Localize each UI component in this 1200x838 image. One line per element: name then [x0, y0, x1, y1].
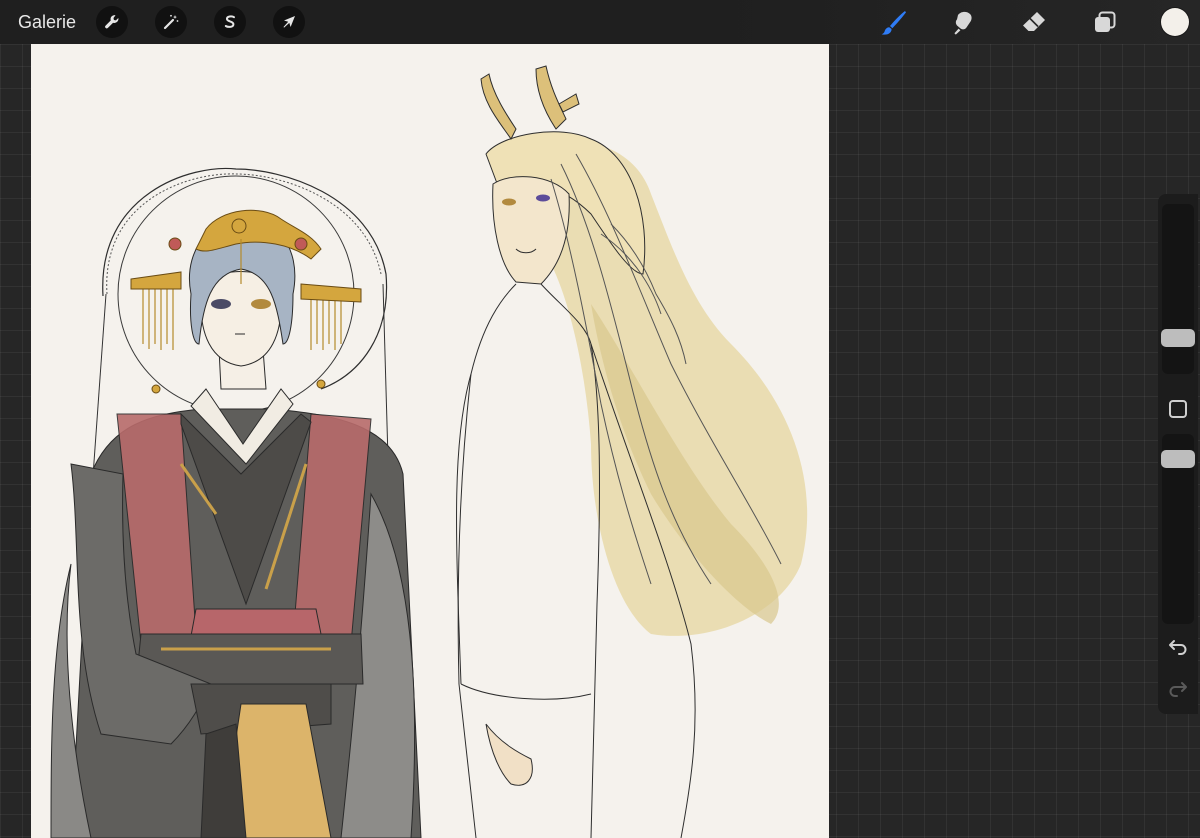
color-picker-button[interactable]	[1161, 8, 1189, 36]
top-toolbar: Galerie	[0, 0, 1200, 44]
brush-size-handle[interactable]	[1161, 329, 1195, 347]
modify-button[interactable]	[1169, 400, 1187, 418]
layers-icon	[1095, 11, 1116, 32]
redo-arrow-icon	[1169, 682, 1187, 697]
smudge-icon	[954, 11, 972, 35]
transform-button[interactable]	[273, 6, 305, 38]
undo-arrow-icon	[1169, 640, 1187, 655]
arrow-cursor-icon	[283, 16, 295, 28]
smudge-tool-button[interactable]	[947, 6, 981, 40]
adjustments-button[interactable]	[155, 6, 187, 38]
selection-button[interactable]	[214, 6, 246, 38]
brush-size-track[interactable]	[1162, 204, 1194, 374]
eraser-tool-button[interactable]	[1017, 6, 1051, 40]
layers-button[interactable]	[1088, 6, 1122, 40]
selection-s-icon	[224, 15, 235, 28]
eraser-icon	[1023, 12, 1045, 31]
wrench-icon	[105, 15, 119, 29]
side-toolbar	[1158, 194, 1198, 714]
artwork-illustration	[31, 44, 829, 838]
gallery-button[interactable]: Galerie	[18, 11, 76, 33]
magic-wand-icon	[163, 14, 179, 30]
drawing-canvas[interactable]	[31, 44, 829, 838]
opacity-handle[interactable]	[1161, 450, 1195, 468]
redo-button[interactable]	[1166, 676, 1190, 700]
undo-button[interactable]	[1166, 634, 1190, 658]
procreate-app: Galerie	[0, 0, 1200, 838]
actions-button[interactable]	[96, 6, 128, 38]
brush-icon	[881, 11, 906, 35]
brush-tool-button[interactable]	[877, 6, 911, 40]
